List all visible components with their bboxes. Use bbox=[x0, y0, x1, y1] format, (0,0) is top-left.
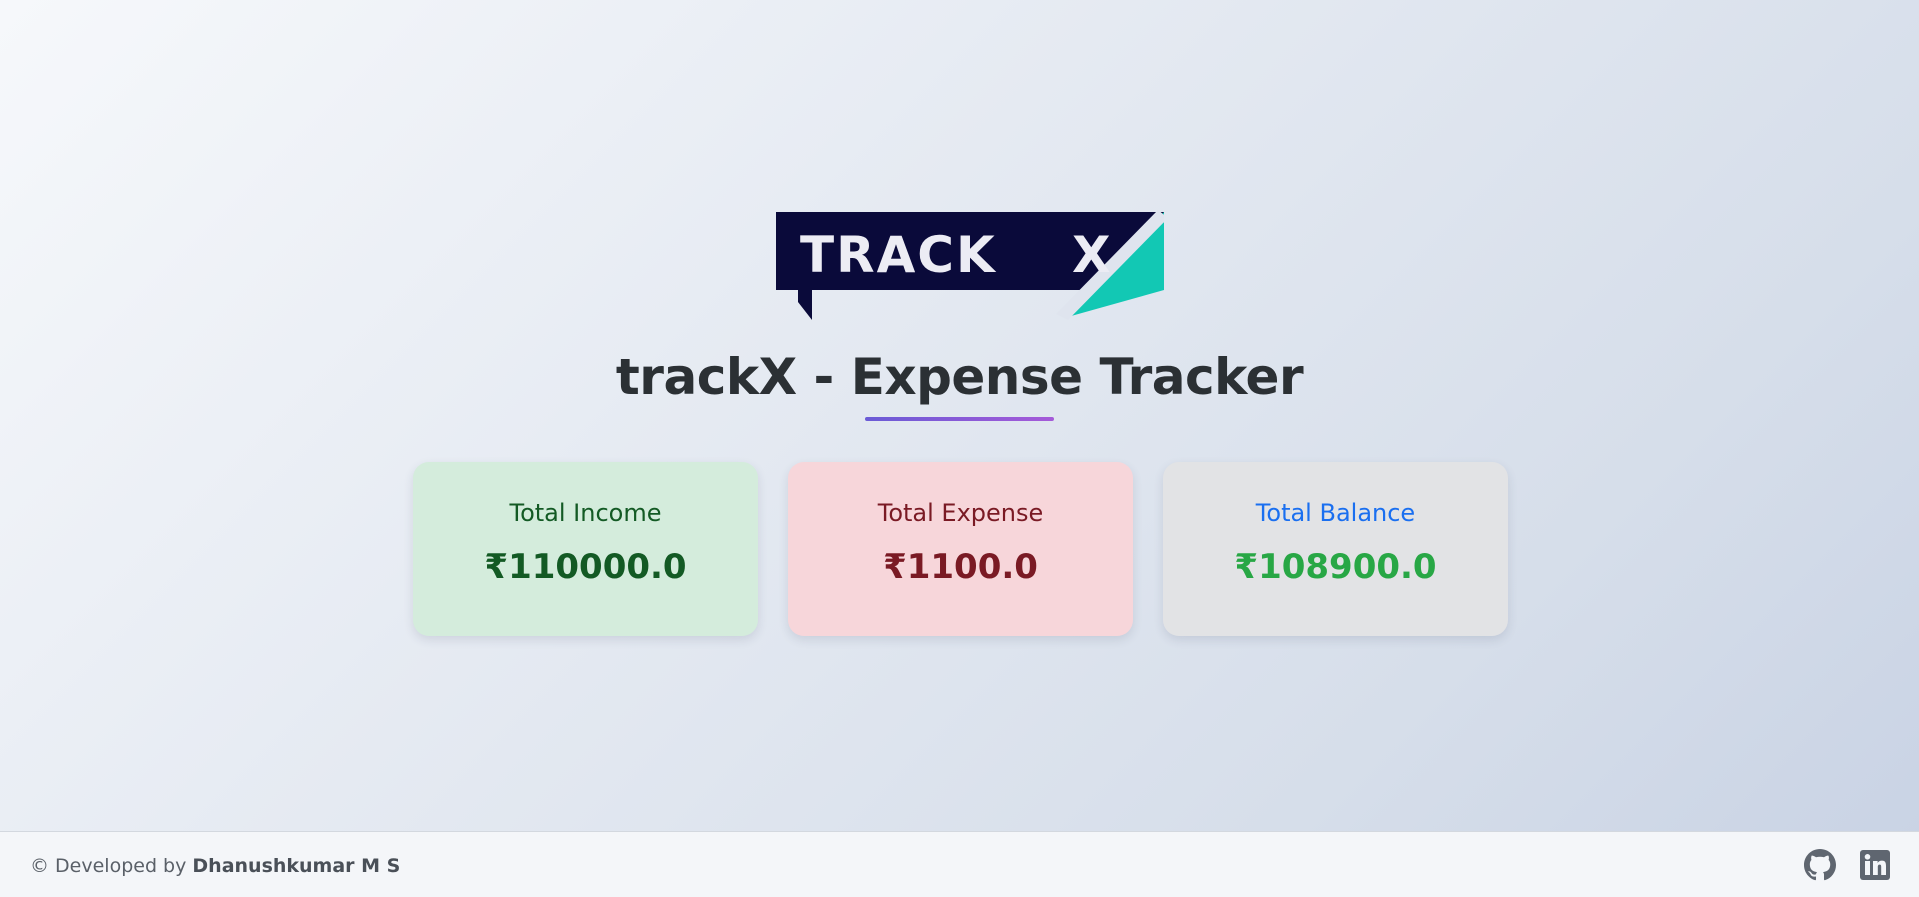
total-expense-label: Total Expense bbox=[877, 499, 1044, 527]
title-underline bbox=[865, 417, 1054, 421]
footer: © Developed by Dhanushkumar M S bbox=[0, 831, 1919, 897]
total-income-value: ₹110000.0 bbox=[484, 547, 687, 587]
svg-text:X: X bbox=[1072, 226, 1111, 284]
footer-prefix: © Developed by bbox=[30, 855, 193, 877]
footer-author: Dhanushkumar M S bbox=[192, 855, 401, 877]
total-balance-card: Total Balance ₹108900.0 bbox=[1163, 462, 1508, 636]
total-balance-value: ₹108900.0 bbox=[1234, 547, 1437, 587]
main-content: TRACK X trackX - Expense Tracker Total I… bbox=[0, 0, 1919, 831]
total-expense-value: ₹1100.0 bbox=[883, 547, 1038, 587]
linkedin-link[interactable] bbox=[1859, 849, 1891, 881]
total-balance-label: Total Balance bbox=[1255, 499, 1416, 527]
total-expense-card: Total Expense ₹1100.0 bbox=[788, 462, 1133, 636]
total-income-card: Total Income ₹110000.0 bbox=[413, 462, 758, 636]
github-icon bbox=[1804, 849, 1836, 881]
footer-credit: © Developed by Dhanushkumar M S bbox=[30, 854, 400, 878]
linkedin-icon bbox=[1860, 850, 1890, 880]
trackx-logo: TRACK X bbox=[776, 210, 1164, 320]
github-link[interactable] bbox=[1804, 849, 1836, 881]
page-title: trackX - Expense Tracker bbox=[615, 348, 1304, 406]
total-income-label: Total Income bbox=[509, 499, 662, 527]
svg-text:TRACK: TRACK bbox=[800, 226, 997, 284]
